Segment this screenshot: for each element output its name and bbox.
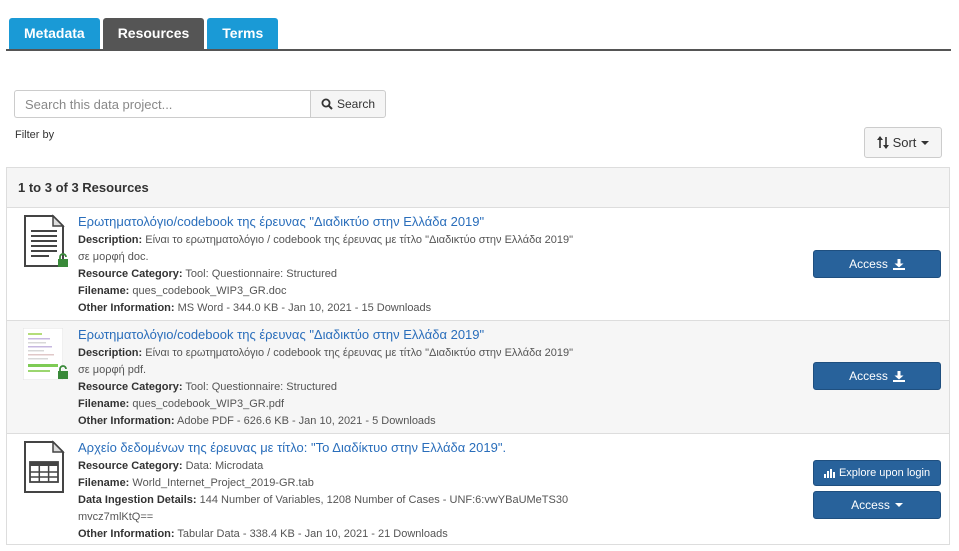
- tab-bar: Metadata Resources Terms: [9, 18, 281, 50]
- resource-info: Αρχείο δεδομένων της έρευνας με τίτλο: "…: [78, 439, 598, 543]
- resource-info: Ερωτηματολόγιο/codebook της έρευνας "Δια…: [78, 213, 598, 317]
- explore-button[interactable]: Explore upon login: [813, 460, 941, 486]
- filename-label: Filename:: [78, 477, 130, 489]
- explore-label: Explore upon login: [838, 467, 931, 479]
- category-label: Resource Category:: [78, 268, 183, 280]
- description-text-cont: σε μορφή pdf.: [78, 364, 147, 376]
- explore-data-icon: [823, 469, 835, 478]
- other-info-value: MS Word - 344.0 KB - Jan 10, 2021 - 15 D…: [177, 302, 432, 314]
- ingestion-label: Data Ingestion Details:: [78, 494, 197, 506]
- sort-label: Sort: [892, 135, 917, 150]
- filename-label: Filename:: [78, 398, 130, 410]
- tab-metadata[interactable]: Metadata: [9, 18, 100, 49]
- resources-panel: 1 to 3 of 3 Resources Ερωτηματολόγιο/cod…: [6, 167, 950, 545]
- ingestion-value: 144 Number of Variables, 1208 Number of …: [199, 494, 569, 506]
- resource-item: Ερωτηματολόγιο/codebook της έρευνας "Δια…: [7, 208, 949, 320]
- filename-value: World_Internet_Project_2019-GR.tab: [132, 477, 314, 489]
- filename-value: ques_codebook_WIP3_GR.pdf: [132, 398, 285, 410]
- resource-item: Αρχείο δεδομένων της έρευνας με τίτλο: "…: [7, 433, 949, 544]
- description-text: Είναι το ερωτηματολόγιο / codebook της έ…: [145, 347, 574, 359]
- filename-value: ques_codebook_WIP3_GR.doc: [132, 285, 287, 297]
- search-button[interactable]: Search: [310, 90, 386, 118]
- download-icon: [892, 370, 905, 382]
- resource-info: Ερωτηματολόγιο/codebook της έρευνας "Δια…: [78, 326, 598, 430]
- access-button[interactable]: Access: [813, 250, 941, 278]
- resource-category: Resource Category: Tool: Questionnaire: …: [78, 266, 598, 283]
- resource-other-info: Other Information: MS Word - 344.0 KB - …: [78, 300, 598, 317]
- access-label: Access: [849, 257, 888, 271]
- resource-title-link[interactable]: Αρχείο δεδομένων της έρευνας με τίτλο: "…: [78, 439, 598, 457]
- chevron-down-icon: [921, 140, 930, 145]
- category-label: Resource Category:: [78, 460, 183, 472]
- access-label: Access: [851, 498, 890, 512]
- description-label: Description:: [78, 347, 143, 359]
- unlock-icon: [58, 365, 68, 379]
- category-label: Resource Category:: [78, 381, 183, 393]
- resource-description: Description: Είναι το ερωτηματολόγιο / c…: [78, 345, 598, 362]
- description-label: Description:: [78, 234, 143, 246]
- search-icon: [321, 98, 333, 110]
- results-count: 1 to 3 of 3 Resources: [7, 168, 949, 208]
- description-text-cont: σε μορφή doc.: [78, 251, 149, 263]
- resource-title-link[interactable]: Ερωτηματολόγιο/codebook της έρευνας "Δια…: [78, 326, 598, 344]
- filter-label: Filter by: [15, 129, 55, 141]
- access-button[interactable]: Access: [813, 362, 941, 390]
- other-info-label: Other Information:: [78, 528, 175, 540]
- resource-ingestion: Data Ingestion Details: 144 Number of Va…: [78, 492, 598, 509]
- access-label: Access: [849, 369, 888, 383]
- tab-resources[interactable]: Resources: [102, 18, 205, 49]
- tab-terms[interactable]: Terms: [207, 18, 279, 49]
- resource-category: Resource Category: Data: Microdata: [78, 458, 598, 475]
- sort-button[interactable]: Sort: [864, 127, 942, 158]
- category-value: Tool: Questionnaire: Structured: [185, 381, 338, 393]
- resource-other-info: Other Information: Tabular Data - 338.4 …: [78, 526, 598, 543]
- resource-filename: Filename: ques_codebook_WIP3_GR.pdf: [78, 396, 598, 413]
- search-input[interactable]: [14, 90, 310, 118]
- other-info-label: Other Information:: [78, 302, 175, 314]
- filename-label: Filename:: [78, 285, 130, 297]
- other-info-value: Tabular Data - 338.4 KB - Jan 10, 2021 -…: [177, 528, 448, 540]
- other-info-value: Adobe PDF - 626.6 KB - Jan 10, 2021 - 5 …: [177, 415, 436, 427]
- tabular-file-icon: [23, 440, 67, 499]
- resource-description: Description: Είναι το ερωτηματολόγιο / c…: [78, 232, 598, 249]
- download-icon: [892, 258, 905, 270]
- category-value: Data: Microdata: [185, 460, 264, 472]
- resource-item: Ερωτηματολόγιο/codebook της έρευνας "Δια…: [7, 320, 949, 433]
- unlock-icon: [58, 253, 68, 267]
- resource-filename: Filename: World_Internet_Project_2019-GR…: [78, 475, 598, 492]
- category-value: Tool: Questionnaire: Structured: [185, 268, 338, 280]
- other-info-label: Other Information:: [78, 415, 175, 427]
- resource-category: Resource Category: Tool: Questionnaire: …: [78, 379, 598, 396]
- description-text: Είναι το ερωτηματολόγιο / codebook της έ…: [145, 234, 574, 246]
- chevron-down-icon: [894, 503, 903, 507]
- search-button-label: Search: [336, 97, 376, 111]
- resource-title-link[interactable]: Ερωτηματολόγιο/codebook της έρευνας "Δια…: [78, 213, 598, 231]
- resource-filename: Filename: ques_codebook_WIP3_GR.doc: [78, 283, 598, 300]
- ingestion-value-cont: mvcz7mlKtQ==: [78, 511, 154, 523]
- tab-divider: [6, 49, 951, 51]
- resource-other-info: Other Information: Adobe PDF - 626.6 KB …: [78, 413, 598, 430]
- sort-icon: [876, 136, 889, 149]
- access-dropdown-button[interactable]: Access: [813, 491, 941, 519]
